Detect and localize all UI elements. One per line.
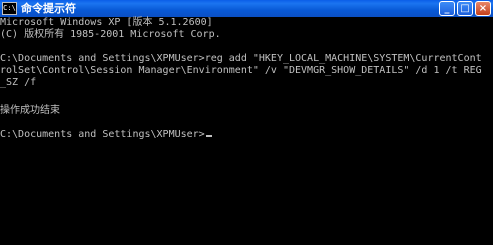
- prompt-text: C:\Documents and Settings\XPMUser>: [0, 129, 205, 140]
- minimize-button[interactable]: _: [439, 1, 455, 16]
- console-prompt[interactable]: C:\Documents and Settings\XPMUser>: [0, 129, 212, 141]
- console-icon: C:\: [2, 2, 17, 15]
- console-output[interactable]: Microsoft Windows XP [版本 5.1.2600] (C) 版…: [0, 17, 493, 245]
- console-line-command-1: C:\Documents and Settings\XPMUser>reg ad…: [0, 53, 482, 64]
- close-button[interactable]: ×: [475, 1, 491, 16]
- console-line-version: Microsoft Windows XP [版本 5.1.2600]: [0, 17, 213, 28]
- command-prompt-window: C:\ 命令提示符 _ □ × Microsoft Windows XP [版本…: [0, 0, 493, 245]
- window-controls: _ □ ×: [439, 0, 493, 17]
- console-line-command-2: rolSet\Control\Session Manager\Environme…: [0, 65, 482, 76]
- vertical-scrollbar[interactable]: [485, 17, 493, 245]
- maximize-button[interactable]: □: [457, 1, 473, 16]
- title-bar[interactable]: C:\ 命令提示符 _ □ ×: [0, 0, 493, 17]
- text-cursor: [205, 135, 212, 137]
- console-line-copyright: (C) 版权所有 1985-2001 Microsoft Corp.: [0, 29, 221, 40]
- window-title: 命令提示符: [21, 2, 76, 15]
- console-line-result: 操作成功结束: [0, 105, 60, 116]
- console-line-command-3: _SZ /f: [0, 77, 37, 88]
